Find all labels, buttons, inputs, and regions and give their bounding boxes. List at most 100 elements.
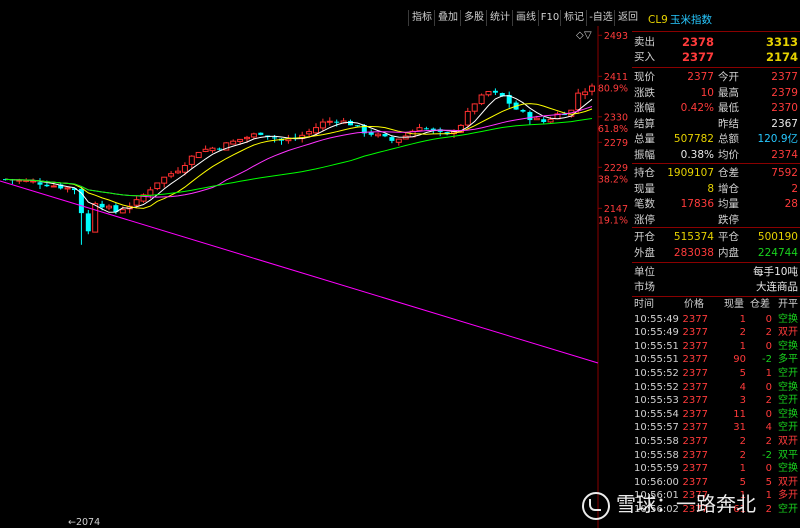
candle-body bbox=[492, 90, 498, 93]
toolbar-button-4[interactable]: 画线 bbox=[512, 10, 539, 26]
watermark: 雪球：一路奔北 bbox=[582, 488, 756, 520]
trade-price: 2377 bbox=[682, 435, 708, 447]
candles bbox=[3, 83, 595, 245]
price-label: 2279 bbox=[604, 138, 628, 149]
trade-volume: 5 bbox=[739, 367, 746, 379]
trade-type: 多平 bbox=[778, 354, 798, 366]
candle-body bbox=[50, 185, 57, 188]
trade-row[interactable]: 10:55:58 2377 2 -2 双平 bbox=[632, 449, 800, 463]
trade-time: 10:55:49 bbox=[634, 327, 679, 339]
trade-row[interactable]: 10:55:59 2377 1 0 空换 bbox=[632, 462, 800, 476]
candle-body bbox=[416, 127, 423, 132]
trade-row[interactable]: 10:55:58 2377 2 2 双开 bbox=[632, 435, 800, 449]
quote-label: 最高 bbox=[718, 86, 739, 99]
toolbar-button-3[interactable]: 统计 bbox=[486, 10, 513, 26]
candle-body bbox=[423, 128, 429, 130]
candle-body bbox=[181, 165, 188, 173]
candle-body bbox=[106, 205, 112, 209]
position-value: 2 bbox=[791, 182, 798, 195]
ask-label: 卖出 bbox=[634, 36, 655, 48]
trade-price: 2377 bbox=[682, 408, 708, 420]
instrument-header[interactable]: CL9 玉米指数 bbox=[632, 13, 800, 28]
price-label: 2411 bbox=[604, 72, 628, 83]
trend-line[interactable] bbox=[0, 180, 599, 364]
trade-row[interactable]: 10:55:57 2377 31 4 空开 bbox=[632, 421, 800, 435]
bid-row: 买入 2377 2174 bbox=[632, 50, 800, 65]
trade-oi-change: 2 bbox=[765, 503, 772, 515]
position-label: 现量 bbox=[634, 182, 655, 195]
candle-body bbox=[527, 112, 533, 121]
candle-body bbox=[589, 85, 595, 92]
position-label: 持仓 bbox=[634, 167, 655, 179]
trade-row[interactable]: 10:55:54 2377 11 0 空换 bbox=[632, 408, 800, 422]
price-label: 2330 bbox=[604, 112, 628, 123]
quote-row: 涨跌 10 最高 2379 bbox=[632, 86, 800, 101]
trade-volume: 31 bbox=[733, 422, 746, 434]
trades-col-header: 开平 bbox=[778, 299, 798, 310]
toolbar-button-5[interactable]: F10 bbox=[538, 10, 561, 26]
candle-body bbox=[520, 110, 526, 112]
quote-row: 现价 2377 今开 2377 bbox=[632, 70, 800, 85]
trade-row[interactable]: 10:55:51 2377 1 0 空换 bbox=[632, 340, 800, 354]
candle-body bbox=[216, 148, 222, 150]
candle-body bbox=[334, 121, 340, 123]
trade-type: 空开 bbox=[778, 367, 798, 379]
flow-value: 515374 bbox=[673, 231, 714, 243]
toolbar-button-0[interactable]: 指标 bbox=[408, 10, 435, 26]
trade-type: 空换 bbox=[778, 381, 798, 393]
trade-time: 10:55:49 bbox=[634, 313, 679, 325]
trades-col-header: 仓差 bbox=[750, 299, 770, 310]
trade-time: 10:55:52 bbox=[634, 381, 679, 393]
flow-value: 283038 bbox=[673, 246, 714, 259]
trade-type: 双开 bbox=[778, 327, 798, 339]
candle-body bbox=[64, 187, 71, 190]
position-row: 笔数 17836 均量 28 bbox=[632, 197, 800, 212]
candle-body bbox=[313, 127, 319, 134]
toolbar-button-6[interactable]: 标记 bbox=[560, 10, 587, 26]
position-label: 涨停 bbox=[634, 213, 655, 226]
quote-label: 涨跌 bbox=[634, 86, 655, 99]
trade-price: 2377 bbox=[682, 313, 708, 325]
position-row: 持仓 1909107 仓差 7592 bbox=[632, 166, 800, 181]
scroll-down-icon[interactable]: ▽ bbox=[584, 30, 592, 41]
trade-oi-change: 0 bbox=[765, 340, 772, 352]
trade-row[interactable]: 10:55:49 2377 2 2 双开 bbox=[632, 326, 800, 340]
trade-row[interactable]: 10:55:53 2377 3 2 空开 bbox=[632, 394, 800, 408]
toolbar-button-1[interactable]: 叠加 bbox=[434, 10, 461, 26]
scroll-up-icon[interactable]: ◇ bbox=[576, 30, 584, 41]
flow-label: 内盘 bbox=[718, 246, 739, 259]
candle-body bbox=[389, 137, 395, 141]
quote-label: 均价 bbox=[718, 148, 739, 161]
position-label: 笔数 bbox=[634, 198, 655, 210]
trade-price: 2377 bbox=[682, 422, 708, 434]
candle-body bbox=[168, 173, 175, 177]
candle-body bbox=[326, 120, 333, 123]
trade-volume: 2 bbox=[739, 435, 746, 447]
candle-body bbox=[464, 110, 471, 126]
price-axis: 2493 241180.9% 233061.8% 2279 222938.2% 21471… bbox=[68, 31, 628, 528]
quote-value: 2377 bbox=[687, 71, 714, 83]
toolbar-button-7[interactable]: -自选 bbox=[586, 10, 615, 26]
trade-row[interactable]: 10:55:51 2377 90 -2 多平 bbox=[632, 353, 800, 367]
toolbar-button-2[interactable]: 多股 bbox=[460, 10, 487, 26]
trade-type: 空开 bbox=[778, 395, 798, 407]
candle-body bbox=[478, 94, 485, 105]
flow-label: 开仓 bbox=[634, 231, 655, 243]
candle-body bbox=[250, 133, 257, 138]
quote-value: 2379 bbox=[771, 86, 798, 99]
quote-value: 2367 bbox=[771, 117, 798, 130]
candle-body bbox=[119, 209, 126, 214]
trade-row[interactable]: 10:55:52 2377 5 1 空开 bbox=[632, 367, 800, 381]
instrument-name: 玉米指数 bbox=[670, 14, 712, 26]
trade-row[interactable]: 10:55:52 2377 4 0 空换 bbox=[632, 381, 800, 395]
trade-price: 2377 bbox=[682, 463, 708, 475]
kline-chart[interactable]: 2493 241180.9% 233061.8% 2279 222938.2% 21471… bbox=[0, 26, 632, 528]
position-label: 仓差 bbox=[718, 167, 739, 179]
trade-volume: 90 bbox=[733, 354, 746, 366]
quote-value: 10 bbox=[700, 86, 714, 99]
quote-value: 120.9亿 bbox=[757, 133, 798, 145]
trade-volume: 3 bbox=[739, 395, 746, 407]
trade-row[interactable]: 10:55:49 2377 1 0 空换 bbox=[632, 313, 800, 327]
trade-oi-change: 1 bbox=[765, 367, 772, 379]
instrument-code: CL9 bbox=[648, 14, 668, 26]
